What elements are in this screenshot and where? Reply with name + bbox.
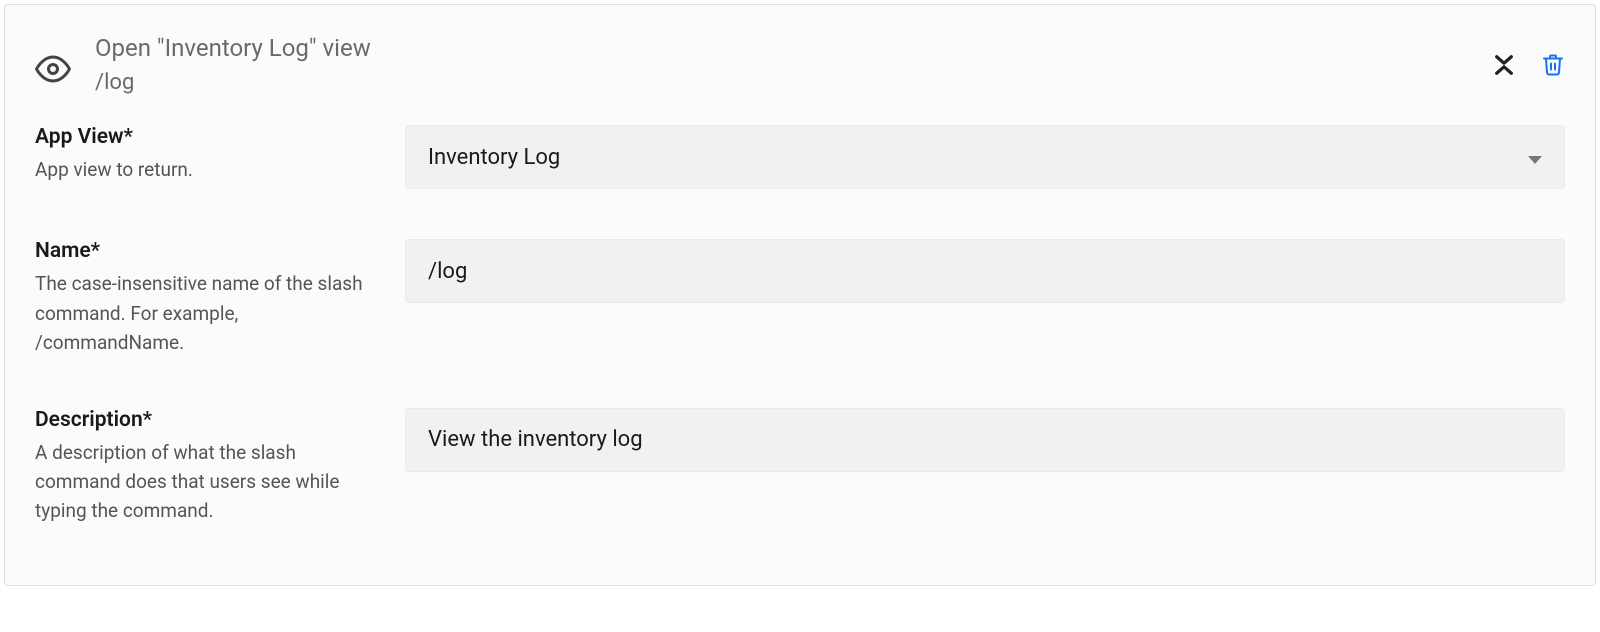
name-input[interactable] (405, 239, 1565, 303)
eye-icon (35, 33, 75, 91)
description-label: Description* (35, 408, 385, 432)
card-header: Open "Inventory Log" view /log (35, 33, 1565, 95)
name-help: The case-insensitive name of the slash c… (35, 269, 385, 357)
description-input[interactable] (405, 408, 1565, 472)
name-label: Name* (35, 239, 385, 263)
chevron-up-icon (1493, 65, 1515, 76)
app-view-select[interactable]: Inventory Log (405, 125, 1565, 189)
description-help: A description of what the slash command … (35, 438, 385, 526)
delete-button[interactable] (1541, 51, 1565, 78)
chevron-down-icon (1493, 54, 1515, 65)
name-input-col (405, 239, 1565, 303)
app-view-help: App view to return. (35, 155, 385, 184)
slash-command-card: Open "Inventory Log" view /log (4, 4, 1596, 586)
app-view-input-col: Inventory Log (405, 125, 1565, 189)
name-label-col: Name* The case-insensitive name of the s… (35, 239, 405, 357)
collapse-button[interactable] (1493, 54, 1515, 76)
app-view-row: App View* App view to return. Inventory … (35, 125, 1565, 189)
description-label-col: Description* A description of what the s… (35, 408, 405, 526)
app-view-label-col: App View* App view to return. (35, 125, 405, 184)
description-row: Description* A description of what the s… (35, 408, 1565, 526)
app-view-label: App View* (35, 125, 385, 149)
card-title: Open "Inventory Log" view (95, 33, 1493, 64)
trash-icon (1541, 51, 1565, 78)
header-text: Open "Inventory Log" view /log (75, 33, 1493, 95)
header-actions (1493, 33, 1565, 78)
description-input-col (405, 408, 1565, 472)
caret-down-icon (1528, 145, 1542, 170)
name-row: Name* The case-insensitive name of the s… (35, 239, 1565, 357)
card-subtitle: /log (95, 70, 1493, 95)
app-view-value: Inventory Log (428, 145, 560, 170)
